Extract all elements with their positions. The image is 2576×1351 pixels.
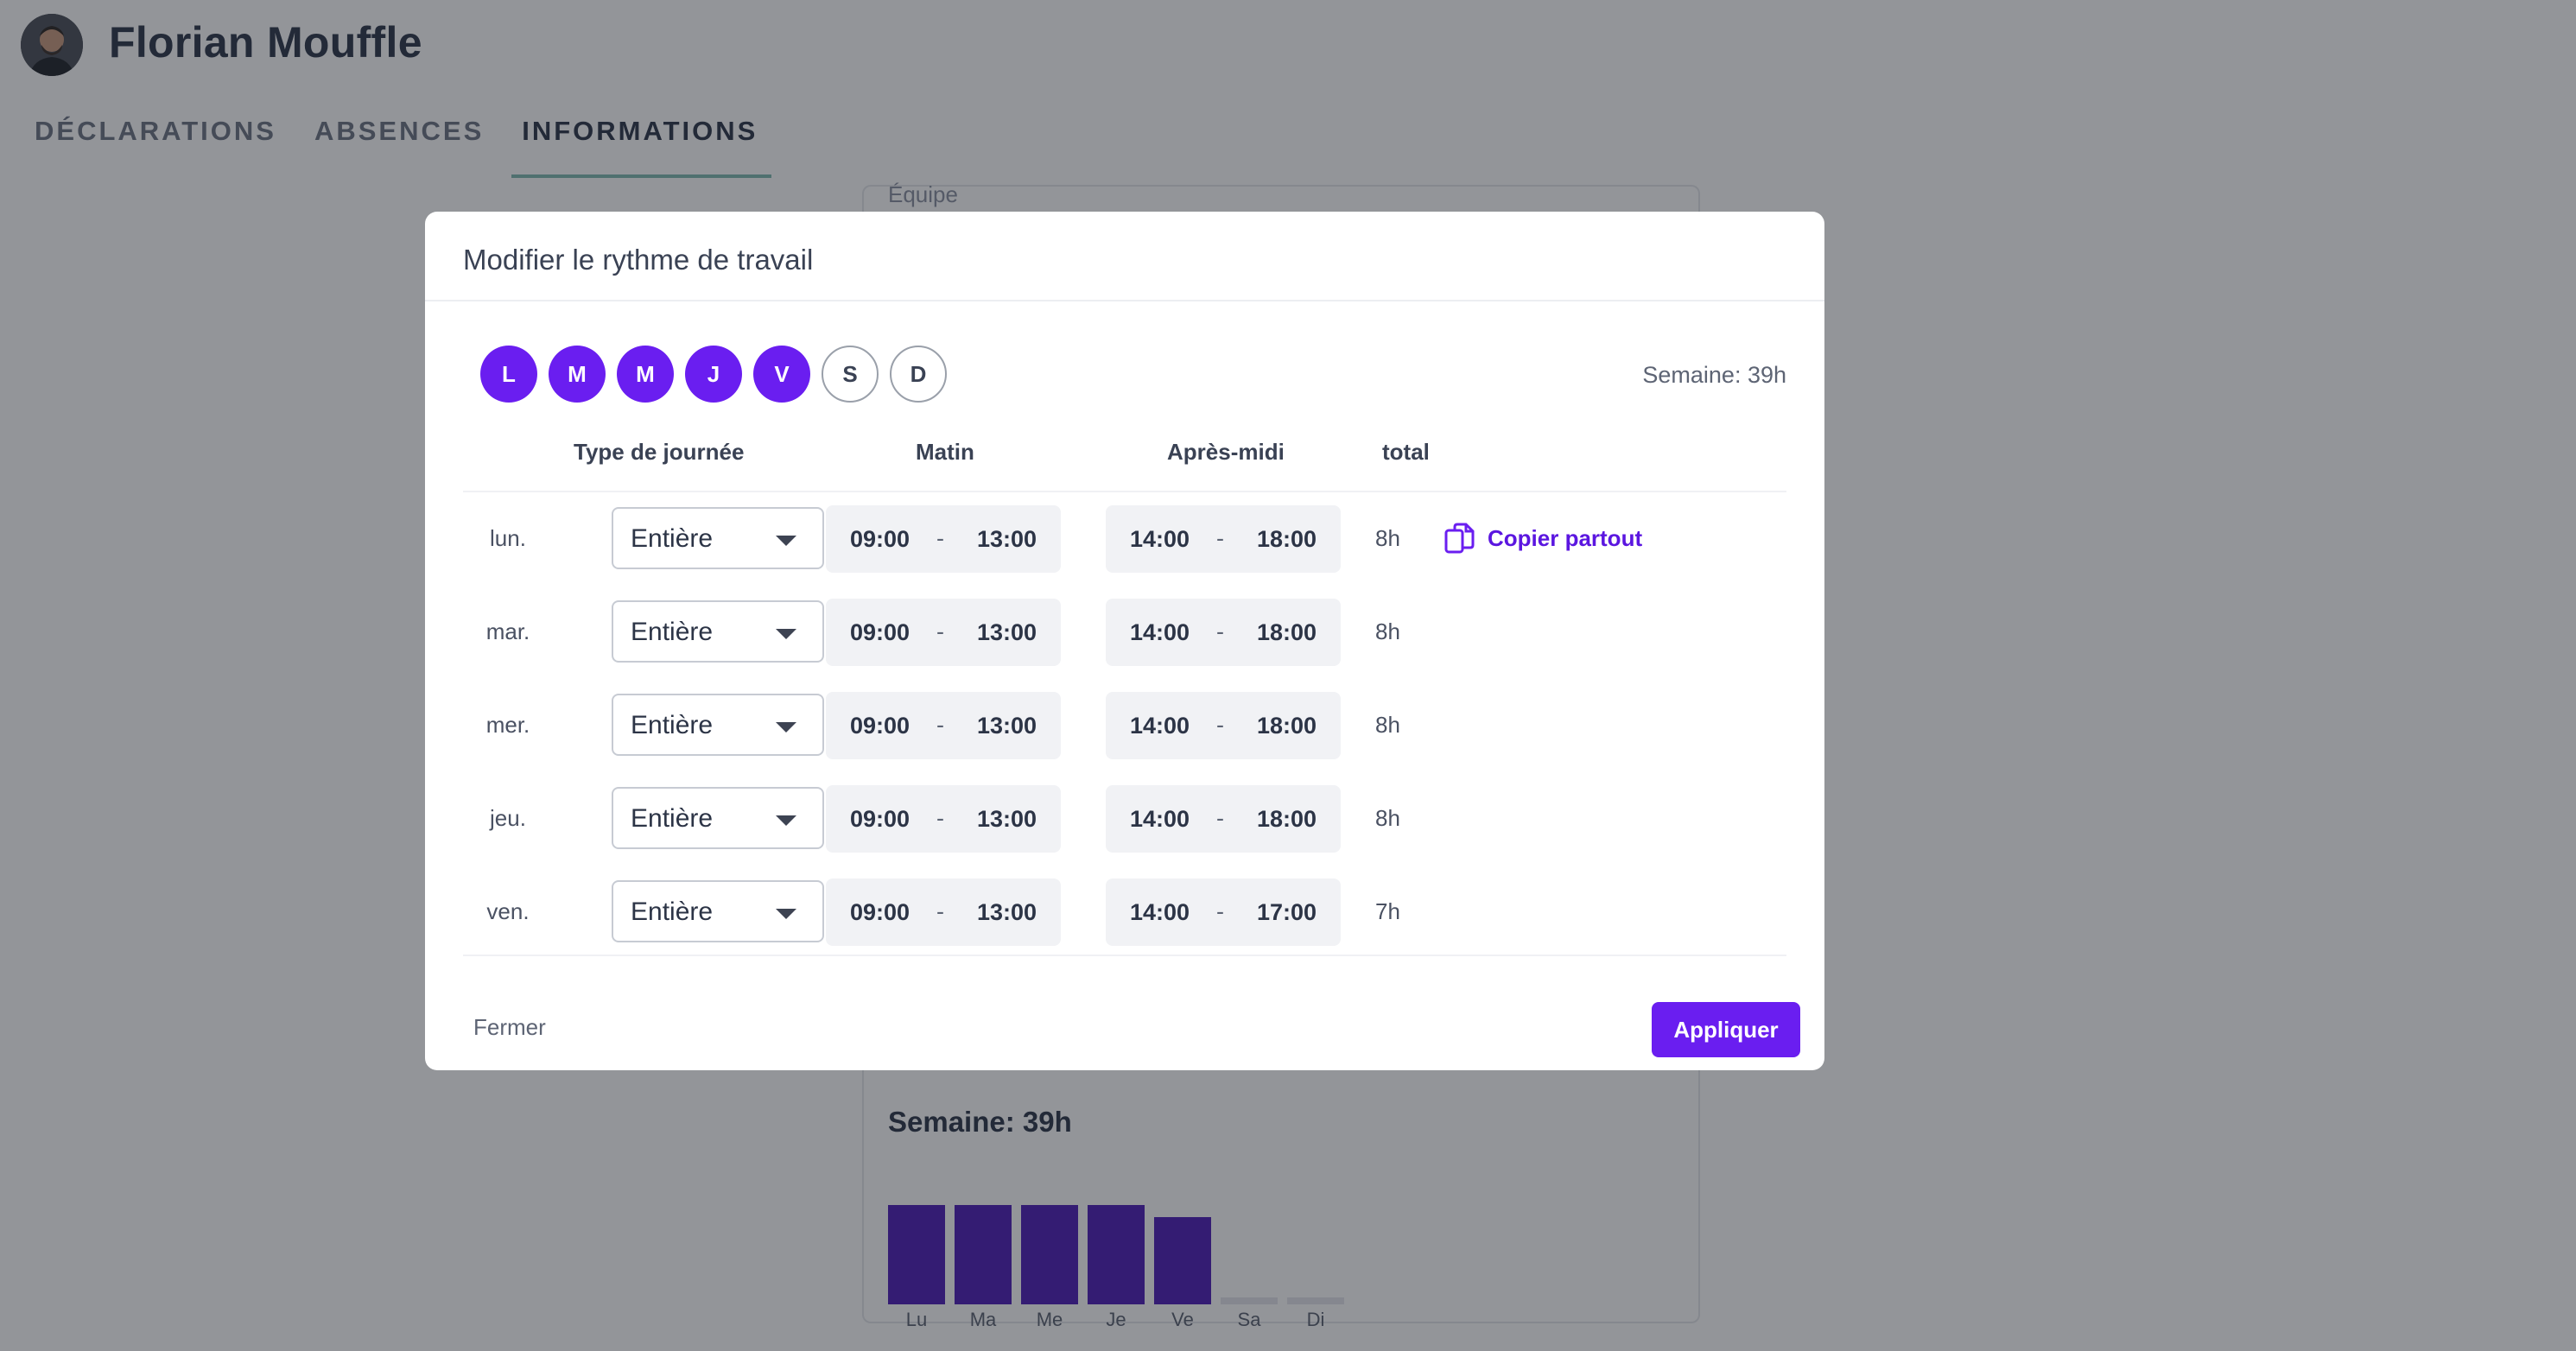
afternoon-start-time[interactable]: 14:00 — [1130, 617, 1190, 648]
afternoon-start-time[interactable]: 14:00 — [1130, 710, 1190, 741]
chevron-down-icon — [776, 629, 796, 639]
day-label: mer. — [485, 712, 530, 738]
morning-end-time[interactable]: 13:00 — [977, 803, 1037, 834]
range-separator: - — [936, 618, 944, 644]
week-total: Semaine: 39h — [1642, 362, 1786, 388]
close-button[interactable]: Fermer — [473, 1013, 546, 1041]
day-type-select[interactable]: Entière — [612, 787, 824, 849]
day-label: jeu. — [490, 805, 526, 831]
morning-start-time[interactable]: 09:00 — [850, 523, 910, 555]
morning-range: 09:00 - 13:00 — [826, 599, 1061, 666]
range-separator: - — [1216, 805, 1224, 831]
afternoon-start-time[interactable]: 14:00 — [1130, 897, 1190, 928]
day-toggle-wednesday[interactable]: M — [617, 346, 674, 403]
morning-start-time[interactable]: 09:00 — [850, 803, 910, 834]
afternoon-range: 14:00 - 18:00 — [1106, 599, 1341, 666]
afternoon-range: 14:00 - 18:00 — [1106, 785, 1341, 853]
day-type-value: Entière — [631, 618, 714, 646]
day-toggle-sunday[interactable]: D — [890, 346, 947, 403]
day-total: 7h — [1375, 898, 1400, 924]
day-type-select[interactable]: Entière — [612, 600, 824, 663]
day-total: 8h — [1375, 618, 1400, 644]
copy-everywhere-button[interactable]: Copier partout — [1443, 519, 1642, 557]
day-label: ven. — [486, 898, 530, 924]
day-toggle-monday[interactable]: L — [480, 346, 537, 403]
modal-title: Modifier le rythme de travail — [463, 244, 814, 276]
copy-everywhere-label: Copier partout — [1488, 524, 1643, 551]
morning-range: 09:00 - 13:00 — [826, 785, 1061, 853]
range-separator: - — [936, 712, 944, 738]
day-toggle-friday[interactable]: V — [753, 346, 810, 403]
day-total: 8h — [1375, 712, 1400, 738]
afternoon-range: 14:00 - 18:00 — [1106, 505, 1341, 573]
afternoon-end-time[interactable]: 18:00 — [1257, 523, 1317, 555]
afternoon-range: 14:00 - 17:00 — [1106, 878, 1341, 946]
range-separator: - — [936, 898, 944, 924]
afternoon-range: 14:00 - 18:00 — [1106, 692, 1341, 759]
morning-range: 09:00 - 13:00 — [826, 878, 1061, 946]
apply-button[interactable]: Appliquer — [1652, 1002, 1800, 1057]
day-toggle-tuesday[interactable]: M — [549, 346, 606, 403]
afternoon-end-time[interactable]: 18:00 — [1257, 803, 1317, 834]
morning-end-time[interactable]: 13:00 — [977, 710, 1037, 741]
day-type-select[interactable]: Entière — [612, 880, 824, 942]
afternoon-start-time[interactable]: 14:00 — [1130, 803, 1190, 834]
range-separator: - — [936, 525, 944, 551]
morning-start-time[interactable]: 09:00 — [850, 617, 910, 648]
copy-icon — [1444, 523, 1475, 554]
column-header-morning: Matin — [916, 439, 974, 465]
day-type-value: Entière — [631, 804, 714, 833]
chevron-down-icon — [776, 909, 796, 919]
schedule-row-tuesday: mar. Entière 09:00 - 13:00 14:00 - 18:00… — [463, 597, 1786, 666]
work-rhythm-modal: Modifier le rythme de travail L M M J V … — [425, 212, 1824, 1070]
afternoon-end-time[interactable]: 18:00 — [1257, 617, 1317, 648]
column-header-total: total — [1382, 439, 1430, 465]
day-label: lun. — [490, 525, 526, 551]
day-total: 8h — [1375, 805, 1400, 831]
schedule-row-thursday: jeu. Entière 09:00 - 13:00 14:00 - 18:00… — [463, 783, 1786, 853]
range-separator: - — [1216, 525, 1224, 551]
range-separator: - — [1216, 618, 1224, 644]
morning-range: 09:00 - 13:00 — [826, 692, 1061, 759]
column-header-day-type: Type de journée — [574, 439, 745, 465]
day-type-value: Entière — [631, 897, 714, 926]
afternoon-end-time[interactable]: 18:00 — [1257, 710, 1317, 741]
morning-end-time[interactable]: 13:00 — [977, 897, 1037, 928]
workday-selector: L M M J V S D — [480, 346, 958, 403]
schedule-row-friday: ven. Entière 09:00 - 13:00 14:00 - 17:00… — [463, 877, 1786, 946]
range-separator: - — [1216, 898, 1224, 924]
afternoon-end-time[interactable]: 17:00 — [1257, 897, 1317, 928]
range-separator: - — [936, 805, 944, 831]
schedule-row-wednesday: mer. Entière 09:00 - 13:00 14:00 - 18:00… — [463, 690, 1786, 759]
table-bottom-divider — [463, 955, 1786, 956]
day-label: mar. — [485, 618, 530, 644]
chevron-down-icon — [776, 815, 796, 826]
day-toggle-saturday[interactable]: S — [822, 346, 879, 403]
day-total: 8h — [1375, 525, 1400, 551]
column-header-afternoon: Après-midi — [1167, 439, 1285, 465]
morning-end-time[interactable]: 13:00 — [977, 617, 1037, 648]
day-toggle-thursday[interactable]: J — [685, 346, 742, 403]
day-type-select[interactable]: Entière — [612, 507, 824, 569]
chevron-down-icon — [776, 536, 796, 546]
modal-header: Modifier le rythme de travail — [425, 212, 1824, 301]
range-separator: - — [1216, 712, 1224, 738]
morning-start-time[interactable]: 09:00 — [850, 897, 910, 928]
afternoon-start-time[interactable]: 14:00 — [1130, 523, 1190, 555]
day-type-value: Entière — [631, 524, 714, 553]
morning-end-time[interactable]: 13:00 — [977, 523, 1037, 555]
morning-start-time[interactable]: 09:00 — [850, 710, 910, 741]
chevron-down-icon — [776, 722, 796, 733]
table-header-divider — [463, 491, 1786, 492]
day-type-value: Entière — [631, 711, 714, 739]
morning-range: 09:00 - 13:00 — [826, 505, 1061, 573]
day-type-select[interactable]: Entière — [612, 694, 824, 756]
schedule-row-monday: lun. Entière 09:00 - 13:00 14:00 - 18:00… — [463, 504, 1786, 573]
